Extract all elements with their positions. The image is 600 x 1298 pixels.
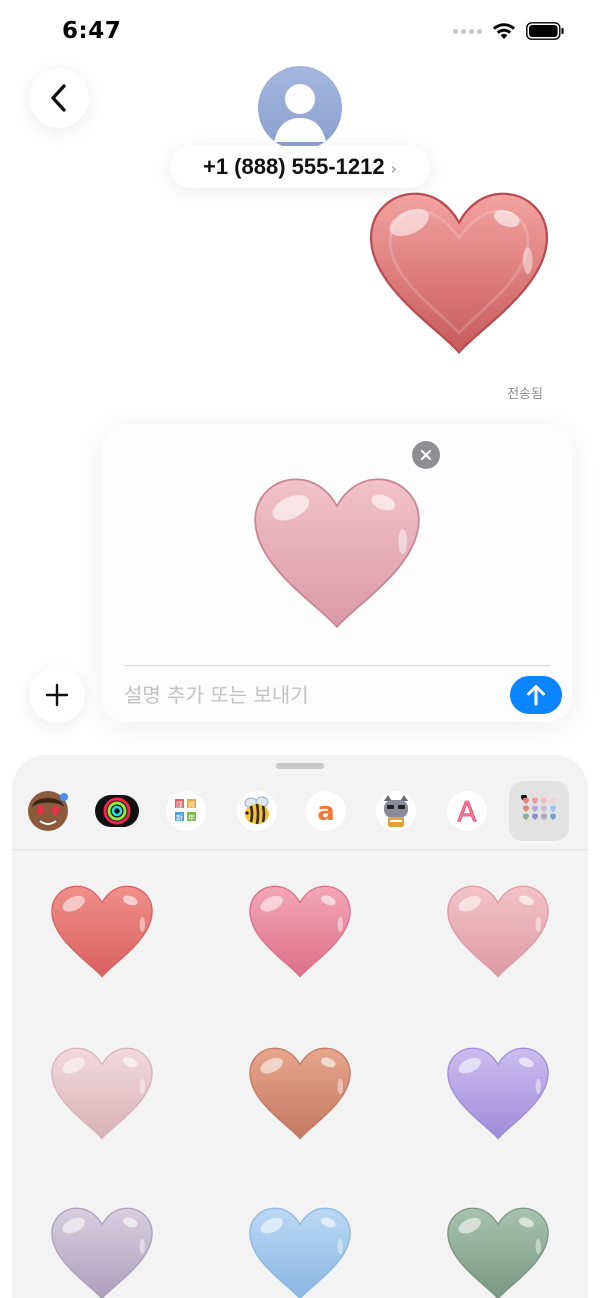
- status-bar: 6:47: [0, 0, 600, 60]
- memoji-stickers-icon[interactable]: [26, 789, 70, 833]
- plus-icon: [45, 683, 69, 707]
- delivery-status: 전송됨: [507, 387, 543, 402]
- heart-sticker-terracotta-heart[interactable]: [243, 1045, 357, 1143]
- preview-heart-sticker[interactable]: [244, 474, 430, 634]
- remove-sticker-button[interactable]: [412, 441, 440, 469]
- imessage-app-row: 謹 賀 新 年 a A: [12, 781, 588, 841]
- svg-text:賀: 賀: [188, 800, 195, 809]
- svg-text:年: 年: [188, 813, 195, 822]
- svg-text:新: 新: [176, 813, 183, 822]
- alphabet-a-sticker-icon[interactable]: a: [304, 789, 348, 833]
- caption-input[interactable]: [124, 676, 484, 714]
- heart-sticker-lavender-heart[interactable]: [441, 1045, 555, 1143]
- hearts-sticker-pack-icon[interactable]: [509, 781, 569, 841]
- svg-text:A: A: [457, 795, 476, 828]
- drawer-grabber[interactable]: [276, 763, 324, 769]
- heart-sticker-mauve-grey-heart[interactable]: [45, 1205, 159, 1298]
- compose-divider: [124, 665, 550, 666]
- contact-number: +1 (888) 555-1212: [202, 154, 385, 179]
- contact-name-pill[interactable]: +1 (888) 555-1212 ›: [170, 146, 430, 188]
- wifi-icon: [493, 23, 515, 39]
- heart-sticker-pale-pink-heart[interactable]: [45, 1045, 159, 1143]
- add-attachment-button[interactable]: [29, 667, 85, 723]
- sticker-drawer: 謹 賀 新 年 a A: [12, 755, 588, 1298]
- send-button[interactable]: [510, 676, 562, 714]
- svg-text:謹: 謹: [176, 800, 183, 809]
- cellular-signal-icon: [453, 28, 482, 34]
- letter-a-sticker-icon[interactable]: A: [445, 789, 489, 833]
- chevron-left-icon: [51, 84, 66, 112]
- svg-text:a: a: [317, 797, 335, 827]
- heart-sticker-sage-green-heart[interactable]: [441, 1205, 555, 1298]
- cat-stickers-icon[interactable]: [374, 789, 418, 833]
- arrow-up-icon: [527, 685, 545, 706]
- compose-card: [102, 424, 572, 722]
- sent-heart-sticker[interactable]: [362, 188, 556, 360]
- new-year-stickers-icon[interactable]: 謹 賀 新 年: [164, 789, 208, 833]
- battery-icon: [526, 22, 564, 40]
- heart-sticker-sky-blue-heart[interactable]: [243, 1205, 357, 1298]
- activity-icon[interactable]: [95, 789, 139, 833]
- status-icons: [453, 22, 564, 40]
- contact-avatar[interactable]: [258, 66, 342, 150]
- chevron-right-icon: ›: [390, 158, 398, 178]
- bee-stickers-icon[interactable]: [235, 789, 279, 833]
- heart-sticker-rose-pink-heart[interactable]: [243, 883, 357, 981]
- back-button[interactable]: [29, 68, 89, 128]
- heart-sticker-coral-heart[interactable]: [45, 883, 159, 981]
- person-silhouette-icon: [274, 84, 326, 142]
- app-row-divider: [12, 849, 588, 850]
- status-time: 6:47: [62, 18, 122, 44]
- heart-sticker-blush-pink-heart[interactable]: [441, 883, 555, 981]
- close-icon: [420, 449, 432, 461]
